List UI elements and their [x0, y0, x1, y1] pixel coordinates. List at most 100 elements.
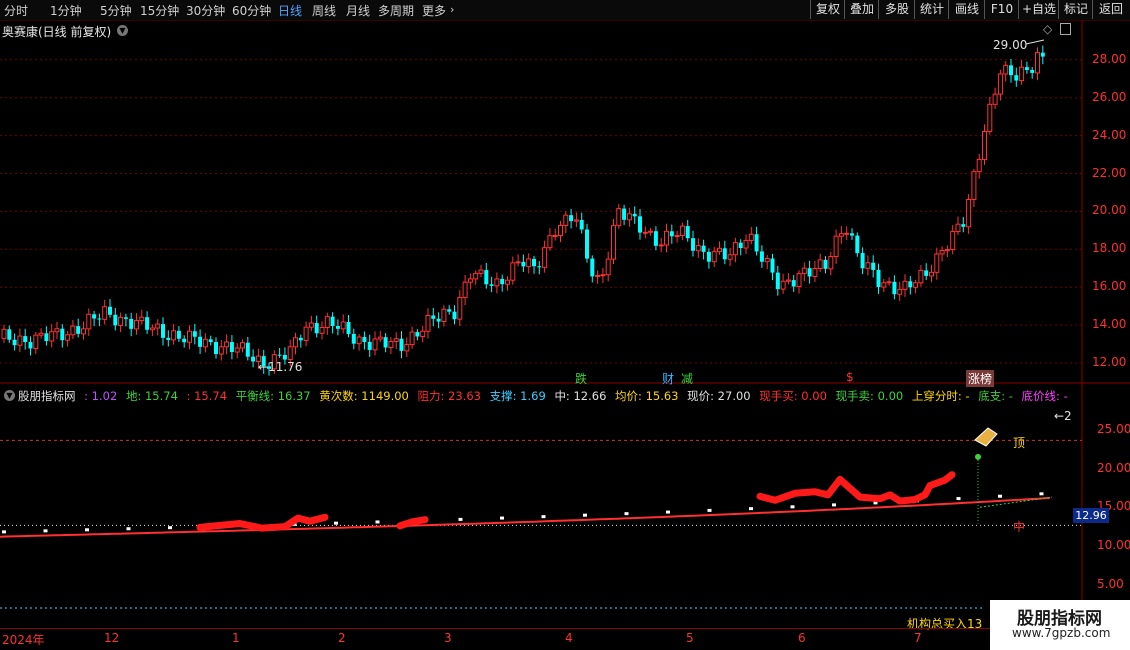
candle-body	[823, 259, 828, 269]
candle-body	[76, 326, 81, 334]
red-signal-segment	[196, 513, 329, 532]
candle-body	[431, 315, 436, 319]
candle-body	[537, 266, 542, 268]
candle-body	[971, 171, 977, 200]
low-price-value: 11.76	[268, 360, 303, 374]
indicator-tick-label: 20.00	[1097, 460, 1130, 475]
indicator-values-row: 股朋指标网 : 1.02 地: 15.74 : 15.74 平衡线: 16.37…	[18, 388, 1073, 404]
balance-line	[0, 496, 1051, 538]
candle-body	[626, 213, 632, 221]
candle-body	[38, 332, 44, 336]
candle-body	[102, 306, 108, 320]
candle-body	[298, 337, 303, 341]
candle-body	[240, 342, 245, 349]
candle-body	[457, 297, 463, 320]
candle-body	[892, 281, 897, 295]
candle-body	[462, 281, 468, 299]
candle-body	[600, 274, 606, 277]
indicator-value: 地: 15.74	[125, 389, 178, 403]
candle-body	[452, 311, 457, 320]
candle-body	[616, 208, 622, 227]
trend-marker	[956, 497, 961, 501]
event-tag-top-list[interactable]: 涨榜	[966, 370, 995, 387]
candle-body	[764, 257, 770, 263]
candle-body	[558, 225, 563, 237]
indicator-value: 黄次数: 1149.00	[319, 389, 409, 403]
candle-body	[855, 235, 860, 254]
candle-body	[202, 338, 208, 348]
trend-marker	[541, 515, 546, 519]
candle-body	[129, 318, 134, 329]
candle-body	[908, 281, 913, 288]
price-tick-label: 24.00	[1092, 127, 1127, 142]
price-tick-label: 18.00	[1092, 241, 1127, 256]
candle-body	[409, 331, 415, 346]
candle-body	[182, 338, 187, 343]
price-tick-label: 22.00	[1092, 165, 1127, 180]
indicator-dropdown-icon[interactable]: ▼	[4, 390, 15, 401]
candle-body	[791, 280, 796, 287]
high-arrow-line	[1025, 39, 1045, 45]
candle-body	[722, 248, 727, 260]
candle-body	[478, 269, 484, 274]
candle-body	[569, 215, 574, 222]
time-axis-label: 7	[914, 631, 922, 645]
candle-body	[759, 251, 764, 262]
candle-body	[92, 314, 97, 319]
candle-body	[658, 244, 664, 247]
trend-marker	[85, 528, 89, 532]
candle-body	[187, 330, 192, 343]
candle-body	[642, 231, 648, 234]
trend-marker	[126, 527, 131, 531]
candle-body	[732, 242, 738, 256]
candle-body	[987, 103, 993, 132]
candle-body	[865, 262, 871, 269]
trend-marker	[707, 508, 712, 512]
event-tag-drop[interactable]: 跌	[575, 370, 587, 387]
candle-body	[346, 321, 351, 334]
candle-body	[770, 258, 775, 273]
price-tick-label: 26.00	[1092, 89, 1127, 104]
candle-body	[33, 334, 39, 349]
red-signal-segment	[756, 471, 956, 505]
candle-body	[955, 223, 961, 233]
indicator-tick-label: 10.00	[1097, 538, 1130, 552]
indicator-value: : 1.02	[84, 389, 118, 403]
candle-body	[1009, 65, 1013, 76]
candle-body	[335, 326, 340, 329]
indicator-tick-label: 25.00	[1097, 421, 1130, 436]
candle-body	[118, 316, 124, 326]
candle-body	[902, 280, 908, 290]
trend-marker	[998, 494, 1002, 498]
candle-body	[81, 328, 86, 335]
candle-body	[467, 278, 473, 283]
candle-body	[653, 231, 658, 246]
candle-body	[145, 317, 150, 330]
candle-body	[1035, 52, 1040, 74]
candle-body	[605, 258, 611, 276]
candle-body	[622, 208, 627, 220]
event-tag-reduce[interactable]: 减	[681, 370, 693, 387]
candle-body	[166, 337, 171, 340]
candle-body	[277, 354, 282, 356]
event-tag-dollar[interactable]: $	[846, 370, 854, 384]
candle-body	[817, 259, 823, 269]
trend-marker	[749, 507, 753, 511]
indicator-value: : 15.74	[186, 389, 228, 403]
candle-body	[1030, 69, 1035, 73]
candle-body	[913, 282, 919, 288]
indicator-name[interactable]: 股朋指标网	[18, 389, 76, 403]
candle-body	[706, 251, 711, 262]
candle-body	[881, 282, 887, 288]
candle-body	[60, 328, 65, 341]
indicator-value: 现手卖: 0.00	[835, 389, 904, 403]
candle-body	[308, 322, 314, 328]
price-tick-label: 12.00	[1092, 355, 1127, 369]
candle-body	[807, 268, 812, 277]
candle-body	[542, 247, 548, 268]
candle-body	[97, 318, 102, 320]
candle-body	[521, 261, 526, 267]
candle-body	[648, 230, 654, 233]
candle-body	[510, 262, 516, 281]
event-tag-finance[interactable]: 财	[662, 370, 674, 387]
